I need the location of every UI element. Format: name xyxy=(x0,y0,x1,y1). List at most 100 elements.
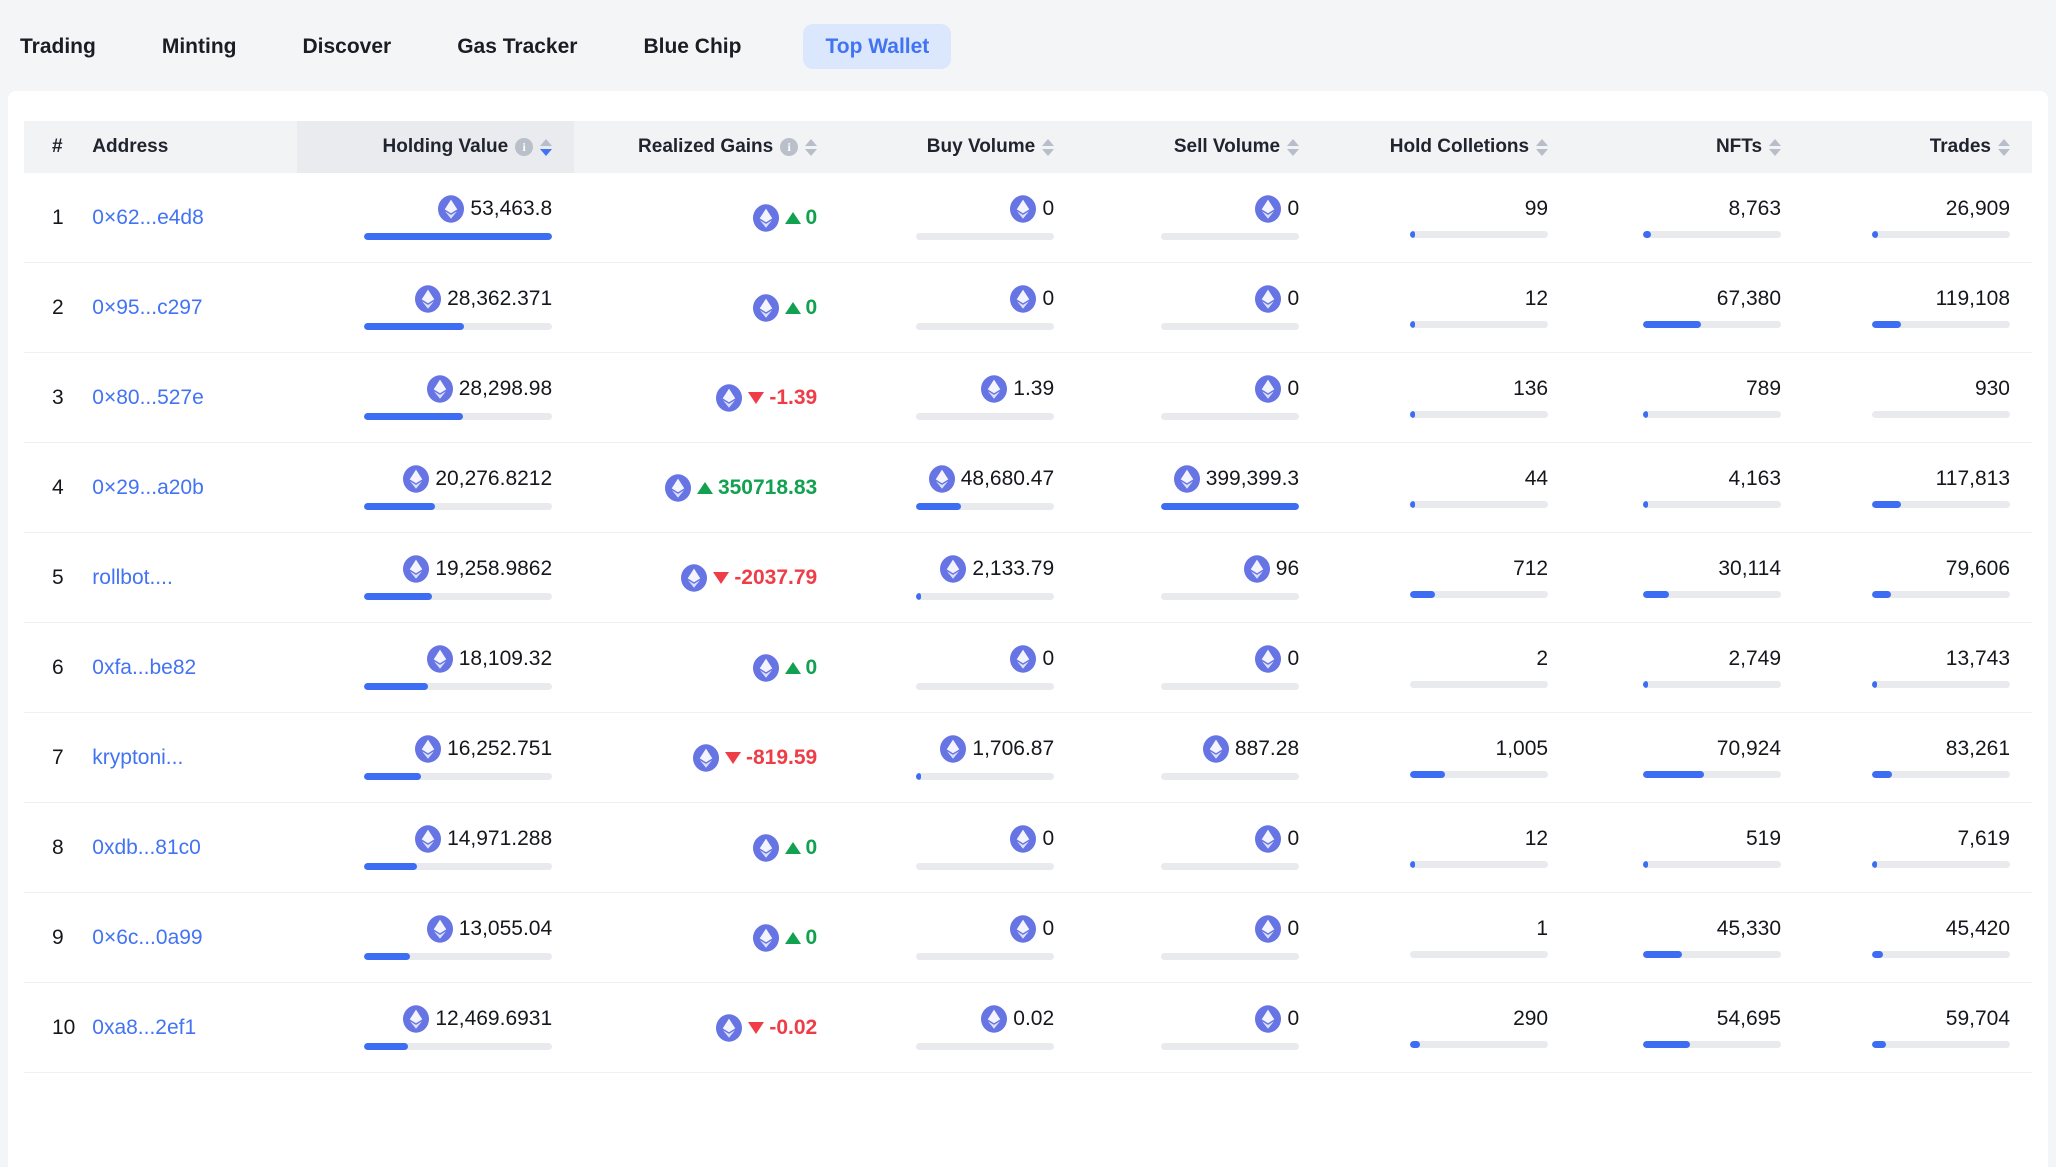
hold-collections-cell: 99 xyxy=(1321,173,1570,263)
wallet-address-link[interactable]: 0×6c...0a99 xyxy=(92,926,202,949)
sell-volume-number: 96 xyxy=(1276,557,1299,581)
nfts-number: 519 xyxy=(1746,827,1781,851)
trades-number: 117,813 xyxy=(1936,467,2010,491)
wallet-address-link[interactable]: 0xdb...81c0 xyxy=(92,836,201,859)
value-bar-fill xyxy=(1410,861,1415,868)
wallet-address-link[interactable]: rollbot.... xyxy=(92,566,173,589)
tab-blue-chip[interactable]: Blue Chip xyxy=(639,24,745,69)
eth-icon xyxy=(414,285,442,313)
eth-icon xyxy=(1254,915,1282,943)
buy-volume-cell: 0.02 xyxy=(839,983,1076,1073)
hold-collections-value: 712 xyxy=(1321,557,1548,581)
sell-volume-value: 0 xyxy=(1076,195,1299,223)
hold-collections-cell: 290 xyxy=(1321,983,1570,1073)
sort-icon[interactable] xyxy=(1998,139,2010,156)
holding-value-number: 18,109.32 xyxy=(459,647,552,671)
col-header-holding[interactable]: Holding Value i xyxy=(297,121,574,173)
realized-gains-value: -1.39 xyxy=(574,384,817,412)
col-header-nfts[interactable]: NFTs xyxy=(1570,121,1803,173)
eth-icon xyxy=(414,825,442,853)
nfts-number: 45,330 xyxy=(1717,917,1781,941)
nfts-bar xyxy=(1643,591,1781,598)
trades-cell: 13,743 xyxy=(1803,623,2032,713)
wallet-address-link[interactable]: 0×29...a20b xyxy=(92,476,204,499)
address-cell: kryptoni... xyxy=(92,713,297,803)
hold-collections-number: 290 xyxy=(1513,1007,1548,1031)
nfts-value: 54,695 xyxy=(1570,1007,1781,1031)
address-cell: 0×80...527e xyxy=(92,353,297,443)
address-cell: 0×6c...0a99 xyxy=(92,893,297,983)
wallet-address-link[interactable]: 0×80...527e xyxy=(92,386,204,409)
col-header-sell[interactable]: Sell Volume xyxy=(1076,121,1321,173)
down-triangle-icon xyxy=(713,572,729,584)
wallet-address-link[interactable]: kryptoni... xyxy=(92,746,183,769)
trades-value: 79,606 xyxy=(1803,557,2010,581)
trades-value: 26,909 xyxy=(1803,197,2010,221)
buy-volume-bar xyxy=(916,323,1054,330)
realized-gains-value: 0 xyxy=(574,834,817,862)
nfts-cell: 70,924 xyxy=(1570,713,1803,803)
eth-icon xyxy=(402,1005,430,1033)
down-triangle-icon xyxy=(748,1022,764,1034)
tab-discover[interactable]: Discover xyxy=(298,24,395,69)
value-bar-fill xyxy=(364,1043,408,1050)
wallet-address-link[interactable]: 0×62...e4d8 xyxy=(92,206,204,229)
col-header-buy[interactable]: Buy Volume xyxy=(839,121,1076,173)
tab-top-wallet[interactable]: Top Wallet xyxy=(803,24,951,69)
up-triangle-icon xyxy=(697,482,713,494)
wallet-address-link[interactable]: 0xa8...2ef1 xyxy=(92,1016,196,1039)
sort-icon[interactable] xyxy=(1042,139,1054,156)
value-bar-fill xyxy=(1410,591,1435,598)
value-bar-fill xyxy=(1872,951,1883,958)
sort-icon[interactable] xyxy=(540,139,552,156)
holding-value-bar xyxy=(364,953,552,960)
tab-gas-tracker[interactable]: Gas Tracker xyxy=(453,24,581,69)
col-header-label: Holding Value xyxy=(383,136,509,158)
buy-volume-number: 48,680.47 xyxy=(961,467,1054,491)
col-header-inner: Trades xyxy=(1803,136,2010,158)
eth-icon xyxy=(692,744,720,772)
buy-volume-value: 2,133.79 xyxy=(839,555,1054,583)
sell-volume-cell: 0 xyxy=(1076,983,1321,1073)
realized-gains-value: 0 xyxy=(574,204,817,232)
nfts-value: 4,163 xyxy=(1570,467,1781,491)
sell-volume-number: 0 xyxy=(1287,827,1299,851)
value-bar-fill xyxy=(364,503,435,510)
col-header-inner: # xyxy=(24,136,92,158)
hold-collections-cell: 12 xyxy=(1321,803,1570,893)
col-header-label: Hold Colletions xyxy=(1390,136,1529,158)
col-header-rank: # xyxy=(24,121,92,173)
info-icon: i xyxy=(515,138,533,156)
col-header-gains[interactable]: Realized Gainsi xyxy=(574,121,839,173)
wallet-address-link[interactable]: 0×95...c297 xyxy=(92,296,202,319)
value-bar-fill xyxy=(1872,231,1878,238)
sort-icon[interactable] xyxy=(1287,139,1299,156)
eth-icon xyxy=(414,735,442,763)
wallet-address-link[interactable]: 0xfa...be82 xyxy=(92,656,196,679)
hold-collections-cell: 12 xyxy=(1321,263,1570,353)
value-bar-fill xyxy=(364,233,552,240)
tab-trading[interactable]: Trading xyxy=(16,24,100,69)
hold-collections-cell: 1 xyxy=(1321,893,1570,983)
eth-icon xyxy=(402,555,430,583)
hold-collections-cell: 44 xyxy=(1321,443,1570,533)
col-header-hold_collections[interactable]: Hold Colletions xyxy=(1321,121,1570,173)
sort-icon[interactable] xyxy=(1536,139,1548,156)
value-bar-fill xyxy=(1410,501,1415,508)
sort-icon[interactable] xyxy=(1769,139,1781,156)
sell-volume-cell: 0 xyxy=(1076,263,1321,353)
sell-volume-number: 0 xyxy=(1287,647,1299,671)
holding-value-number: 19,258.9862 xyxy=(435,557,552,581)
col-header-inner: Holding Value i xyxy=(297,136,552,158)
eth-icon xyxy=(1254,645,1282,673)
buy-volume-cell: 2,133.79 xyxy=(839,533,1076,623)
eth-icon xyxy=(1243,555,1271,583)
tab-minting[interactable]: Minting xyxy=(158,24,241,69)
col-header-label: Trades xyxy=(1930,136,1991,158)
down-triangle-icon xyxy=(725,752,741,764)
col-header-trades[interactable]: Trades xyxy=(1803,121,2032,173)
sort-icon[interactable] xyxy=(805,139,817,156)
value-bar-fill xyxy=(1643,951,1682,958)
buy-volume-cell: 0 xyxy=(839,263,1076,353)
realized-gains-cell: 0 xyxy=(574,893,839,983)
